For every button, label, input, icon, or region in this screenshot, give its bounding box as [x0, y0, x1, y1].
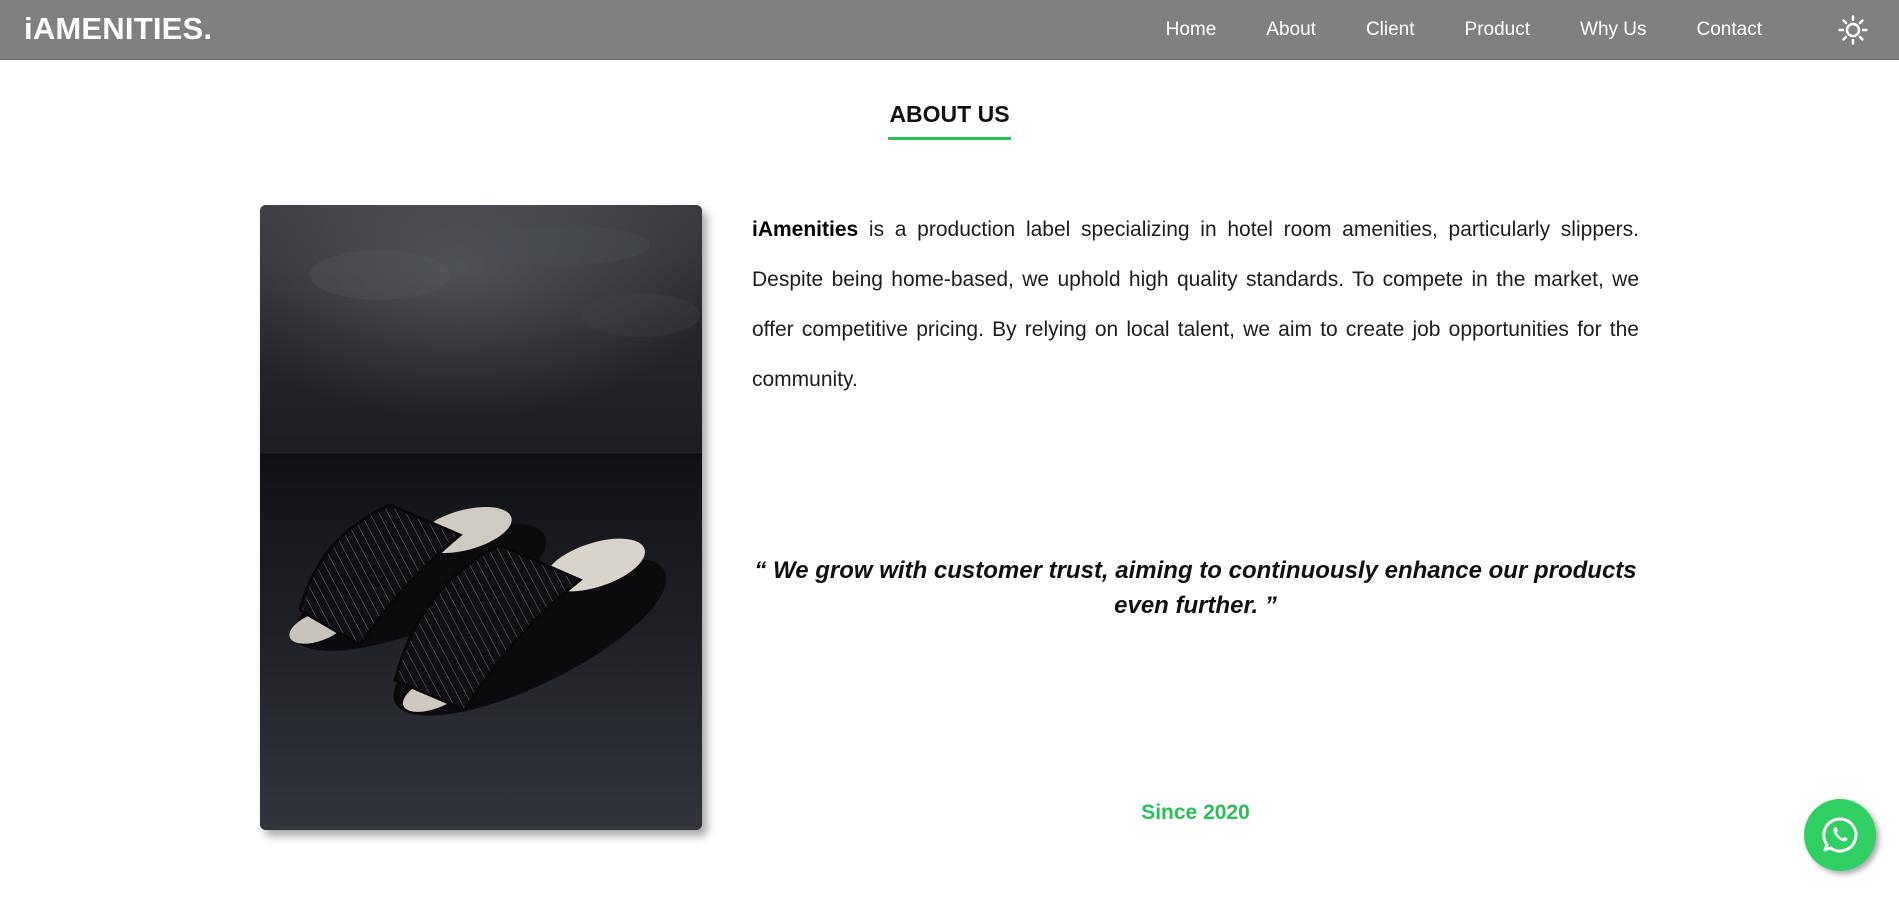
- brand-logo[interactable]: iAMENITIES.: [24, 11, 212, 47]
- whatsapp-button[interactable]: [1804, 799, 1876, 871]
- nav-item-home[interactable]: Home: [1141, 19, 1242, 41]
- navbar: iAMENITIES. Home About Client Product Wh…: [0, 0, 1899, 60]
- nav-item-about[interactable]: About: [1241, 19, 1341, 41]
- about-description: iAmenities is a production label special…: [752, 205, 1639, 405]
- nav-item-client[interactable]: Client: [1341, 19, 1440, 41]
- title-underline: [888, 137, 1011, 140]
- nav-item-contact[interactable]: Contact: [1672, 19, 1787, 41]
- sun-icon: [1838, 15, 1868, 45]
- since-label: Since 2020: [1141, 801, 1250, 824]
- nav-links: Home About Client Product Why Us Contact: [1141, 0, 1787, 60]
- theme-toggle-button[interactable]: [1838, 15, 1868, 45]
- slippers-photo: [260, 205, 702, 830]
- nav-item-product[interactable]: Product: [1440, 19, 1555, 41]
- whatsapp-icon: [1822, 817, 1858, 853]
- brand-name-bold: iAmenities: [752, 218, 859, 241]
- section-title: ABOUT US: [889, 101, 1010, 127]
- about-quote: “ We grow with customer trust, aiming to…: [754, 557, 1637, 619]
- nav-item-why-us[interactable]: Why Us: [1555, 19, 1672, 41]
- about-description-text: is a production label specializing in ho…: [752, 218, 1639, 391]
